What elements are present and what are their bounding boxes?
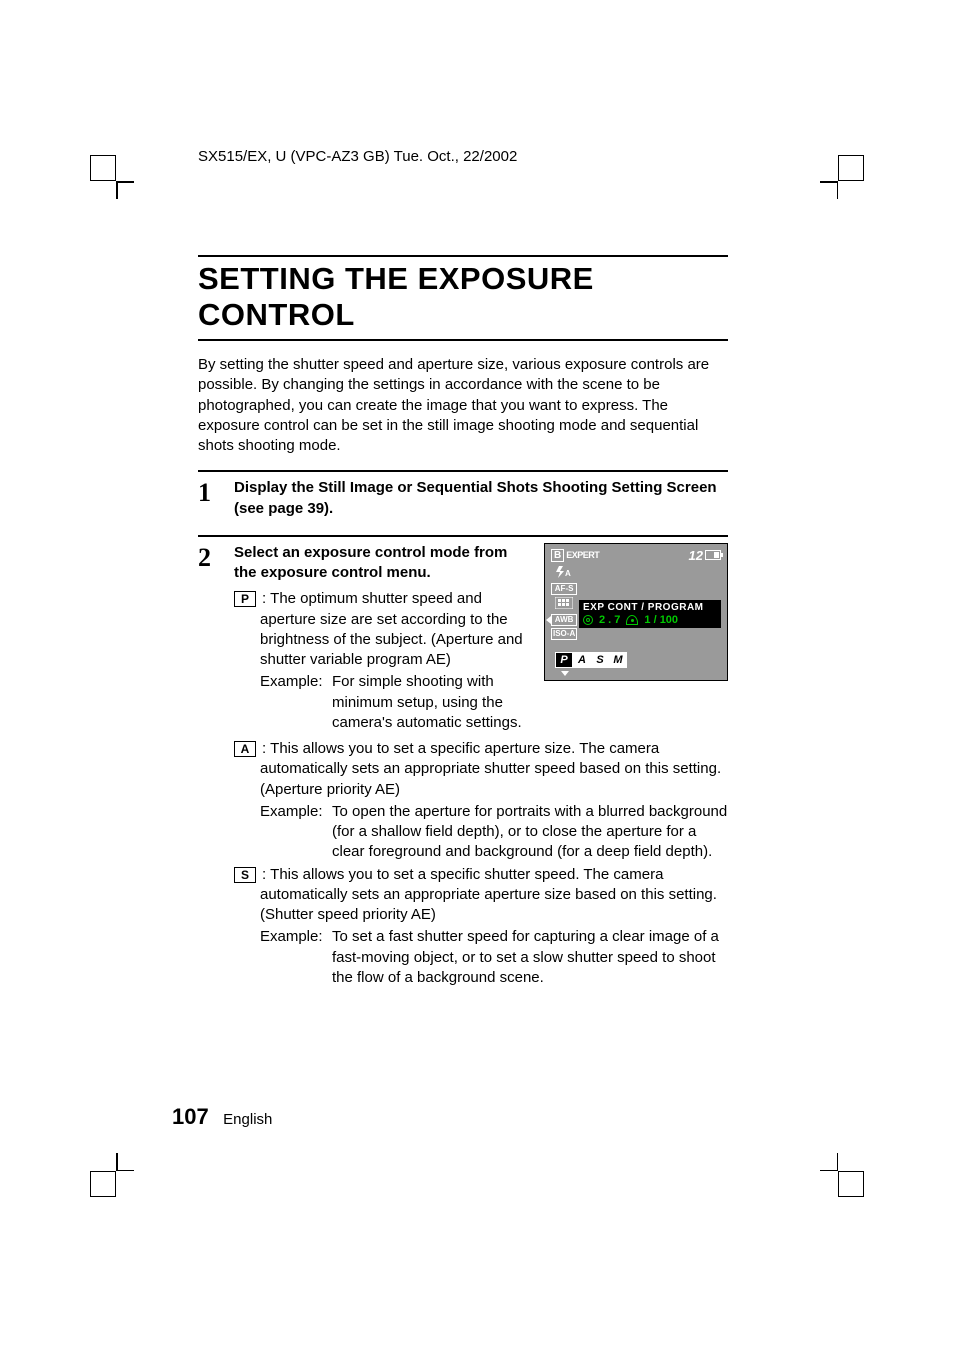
step-number: 1 — [198, 478, 234, 525]
step-1: 1 Display the Still Image or Sequential … — [198, 478, 728, 525]
left-arrow-icon — [546, 616, 551, 624]
camera-lcd-illustration: B EXPERT 12 A AF-S AWB I — [544, 543, 728, 681]
lcd-mode-p: P — [555, 652, 573, 668]
lcd-af-mode: AF-S — [551, 583, 577, 595]
lcd-shutter-value: 1 / 100 — [644, 614, 678, 626]
mode-a: A :This allows you to set a specific ape… — [234, 739, 728, 863]
document-header: SX515/EX, U (VPC-AZ3 GB) Tue. Oct., 22/2… — [198, 148, 517, 165]
lcd-exp-header: EXP CONT / PROGRAM — [583, 602, 717, 613]
mode-a-desc: This allows you to set a specific apertu… — [260, 740, 721, 798]
flash-icon: A — [551, 566, 577, 581]
lcd-expert-label: EXPERT — [566, 550, 599, 560]
lcd-mode-selector: P A S M — [555, 652, 627, 668]
down-arrow-icon — [561, 671, 569, 676]
lcd-b-indicator: B — [551, 549, 564, 562]
page-footer: 107 English — [172, 1104, 272, 1130]
aperture-icon — [583, 615, 593, 625]
step-1-title: Display the Still Image or Sequential Sh… — [234, 478, 728, 519]
battery-icon — [705, 550, 721, 560]
svg-text:A: A — [565, 569, 571, 578]
mode-p-icon: P — [234, 591, 256, 607]
lcd-mode-s: S — [591, 652, 609, 668]
crop-mark-bottom-left — [90, 1157, 130, 1197]
mode-a-icon: A — [234, 741, 256, 757]
page-content: SETTING THE EXPOSURE CONTROL By setting … — [198, 255, 728, 990]
example-label: Example: — [260, 802, 332, 863]
step-2: 2 Select an exposure control mode from t… — [198, 543, 728, 990]
mode-s-icon: S — [234, 867, 256, 883]
lcd-iso-mode: ISO-A — [551, 628, 577, 640]
example-label: Example: — [260, 927, 332, 988]
lcd-exposure-bar: EXP CONT / PROGRAM 2 . 7 1 / 100 — [579, 600, 721, 628]
mode-p-desc: The optimum shutter speed and aperture s… — [260, 590, 523, 668]
mode-s-desc: This allows you to set a specific shutte… — [260, 866, 717, 924]
page-number: 107 — [172, 1104, 209, 1129]
language-label: English — [223, 1111, 272, 1128]
lcd-aperture-value: 2 . 7 — [599, 614, 620, 626]
step-number: 2 — [198, 543, 234, 990]
example-label: Example: — [260, 672, 332, 733]
shutter-icon — [626, 615, 638, 625]
lcd-mode-a: A — [573, 652, 591, 668]
page-title: SETTING THE EXPOSURE CONTROL — [198, 261, 728, 333]
mode-s: S :This allows you to set a specific shu… — [234, 865, 728, 989]
mode-s-example: To set a fast shutter speed for capturin… — [332, 927, 728, 988]
mode-a-example: To open the aperture for portraits with … — [332, 802, 728, 863]
crop-mark-top-right — [824, 155, 864, 195]
lcd-counter: 12 — [689, 548, 703, 563]
crop-mark-top-left — [90, 155, 130, 195]
step-2-title: Select an exposure control mode from the… — [234, 543, 524, 584]
lcd-mode-m: M — [609, 652, 627, 668]
crop-mark-bottom-right — [824, 1157, 864, 1197]
mode-p-example: For simple shooting with minimum setup, … — [332, 672, 524, 733]
metering-icon — [551, 597, 577, 612]
lcd-wb-mode: AWB — [551, 614, 577, 626]
mode-p: P :The optimum shutter speed and apertur… — [234, 589, 524, 733]
intro-paragraph: By setting the shutter speed and apertur… — [198, 355, 728, 456]
